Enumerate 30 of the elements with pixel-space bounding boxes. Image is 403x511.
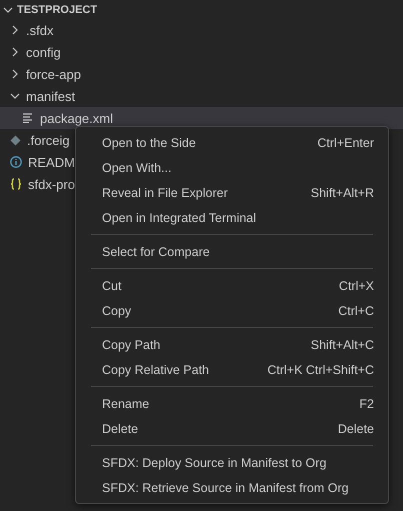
folder-label: config (26, 44, 61, 60)
menu-label: Open in Integrated Terminal (102, 210, 256, 224)
menu-label: SFDX: Deploy Source in Manifest to Org (102, 456, 326, 470)
menu-label: Delete (102, 422, 138, 436)
folder-label: manifest (26, 88, 76, 104)
menu-label: Cut (102, 278, 122, 292)
file-label: READM (28, 154, 75, 170)
shortcut-label: Shift+Alt+C (310, 338, 374, 352)
menu-label: Select for Compare (102, 244, 210, 258)
file-label: sfdx-pro (28, 176, 75, 192)
menu-label: Open to the Side (102, 136, 196, 150)
shortcut-label: Ctrl+X (338, 278, 374, 292)
folder-label: force-app (26, 66, 81, 82)
menu-label: Open With... (102, 160, 172, 174)
shortcut-label: Delete (338, 422, 374, 436)
menu-label: Rename (102, 396, 150, 410)
file-label: .forceig (27, 132, 70, 148)
shortcut-label: Ctrl+C (338, 304, 374, 318)
shortcut-label: Ctrl+K Ctrl+Shift+C (267, 362, 374, 376)
shortcut-label: Shift+Alt+R (310, 186, 374, 200)
menu-label: Copy Relative Path (102, 362, 210, 376)
menu-label: Copy Path (102, 338, 160, 352)
file-label: package.xml (40, 110, 113, 126)
shortcut-label: F2 (359, 396, 374, 410)
folder-label: .sfdx (26, 22, 54, 38)
menu-label: Reveal in File Explorer (102, 186, 228, 200)
project-title: TESTPROJECT (17, 4, 98, 16)
menu-label: Copy (102, 304, 132, 318)
shortcut-label: Ctrl+Enter (317, 136, 374, 150)
menu-label: SFDX: Retrieve Source in Manifest from Org (102, 480, 349, 494)
